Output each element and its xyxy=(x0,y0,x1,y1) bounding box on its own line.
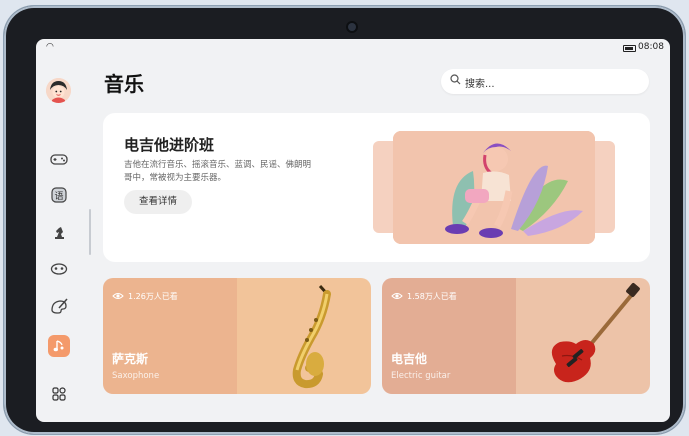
status-time: 08:08 xyxy=(638,42,664,52)
featured-course-banner[interactable]: 电吉他进阶班 吉他在流行音乐、摇滚音乐、蓝调、民谣、佛朗明哥中，常被视为主要乐器… xyxy=(103,113,650,262)
view-count: 1.26万人已看 xyxy=(112,290,178,303)
hero-description: 吉他在流行音乐、摇滚音乐、蓝调、民谣、佛朗明哥中，常被视为主要乐器。 xyxy=(124,160,312,183)
card-image xyxy=(237,278,371,394)
music-icon[interactable] xyxy=(48,335,70,357)
apps-icon[interactable] xyxy=(50,385,68,403)
course-card-saxophone[interactable]: 1.26万人已看 萨克斯 Saxophone xyxy=(103,278,371,394)
camera-icon xyxy=(348,23,356,31)
paint-palette-icon[interactable] xyxy=(50,297,68,315)
view-count: 1.58万人已看 xyxy=(391,290,457,303)
drama-mask-icon[interactable] xyxy=(50,260,68,278)
gamepad-icon[interactable] xyxy=(50,150,68,168)
screen: ◠ 08:08 语 音乐 搜索... 电吉他进阶班 吉他在流行音乐、摇滚音乐、蓝… xyxy=(36,39,670,422)
view-count-text: 1.26万人已看 xyxy=(128,292,178,301)
card-subtitle: Electric guitar xyxy=(391,371,451,381)
card-title: 萨克斯 xyxy=(112,352,149,366)
page-title: 音乐 xyxy=(104,72,144,96)
course-card-electric-guitar[interactable]: 1.58万人已看 电吉他 Electric guitar xyxy=(382,278,650,394)
search-box[interactable]: 搜索... xyxy=(441,69,649,94)
language-icon[interactable]: 语 xyxy=(50,186,68,204)
status-bar: ◠ 08:08 xyxy=(36,39,670,57)
scroll-indicator xyxy=(89,209,91,255)
eye-icon xyxy=(391,290,403,303)
search-input[interactable]: 搜索... xyxy=(465,75,495,90)
view-details-button[interactable]: 查看详情 xyxy=(124,190,192,214)
hero-title: 电吉他进阶班 xyxy=(124,136,215,154)
tablet-frame: ◠ 08:08 语 音乐 搜索... 电吉他进阶班 吉他在流行音乐、摇滚音乐、蓝… xyxy=(4,6,685,434)
avatar[interactable] xyxy=(46,78,71,103)
card-title: 电吉他 xyxy=(391,352,428,366)
view-count-text: 1.58万人已看 xyxy=(407,292,457,301)
search-icon xyxy=(450,74,461,88)
eye-icon xyxy=(112,290,124,303)
card-subtitle: Saxophone xyxy=(112,371,160,381)
hero-illustration xyxy=(393,131,595,244)
svg-text:语: 语 xyxy=(54,191,63,202)
wifi-icon: ◠ xyxy=(46,42,54,52)
card-image xyxy=(516,278,650,394)
chess-knight-icon[interactable] xyxy=(50,223,68,241)
battery-icon xyxy=(623,45,636,52)
